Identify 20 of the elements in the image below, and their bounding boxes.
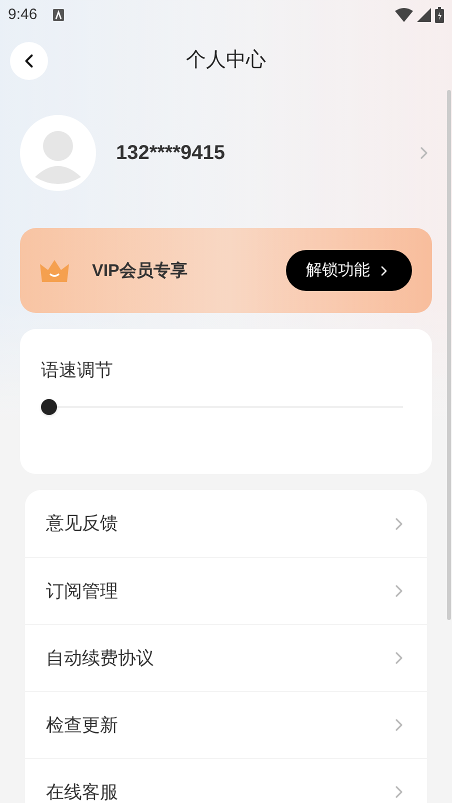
- unlock-button[interactable]: 解锁功能: [286, 250, 412, 291]
- speed-slider[interactable]: [41, 398, 403, 416]
- avatar-icon: [20, 115, 96, 191]
- menu-item[interactable]: 自动续费协议: [25, 624, 427, 691]
- signal-icon: [417, 8, 431, 22]
- phone-number: 132****9415: [116, 141, 226, 166]
- page-title: 个人中心: [186, 48, 266, 73]
- menu-item[interactable]: 在线客服: [25, 758, 427, 803]
- status-time: 9:46: [8, 4, 38, 25]
- menu-item[interactable]: 意见反馈: [25, 490, 427, 557]
- crown-icon: [40, 260, 69, 282]
- menu-item[interactable]: 订阅管理: [25, 557, 427, 624]
- menu-item[interactable]: 检查更新: [25, 691, 427, 758]
- slider-thumb[interactable]: [41, 399, 57, 415]
- wifi-icon: [395, 8, 413, 22]
- battery-icon: [435, 7, 444, 23]
- speed-label: 语速调节: [41, 359, 114, 382]
- keyboard-icon: [53, 9, 64, 21]
- profile-row[interactable]: 132****9415: [0, 115, 452, 191]
- vip-label: VIP会员专享: [92, 260, 188, 282]
